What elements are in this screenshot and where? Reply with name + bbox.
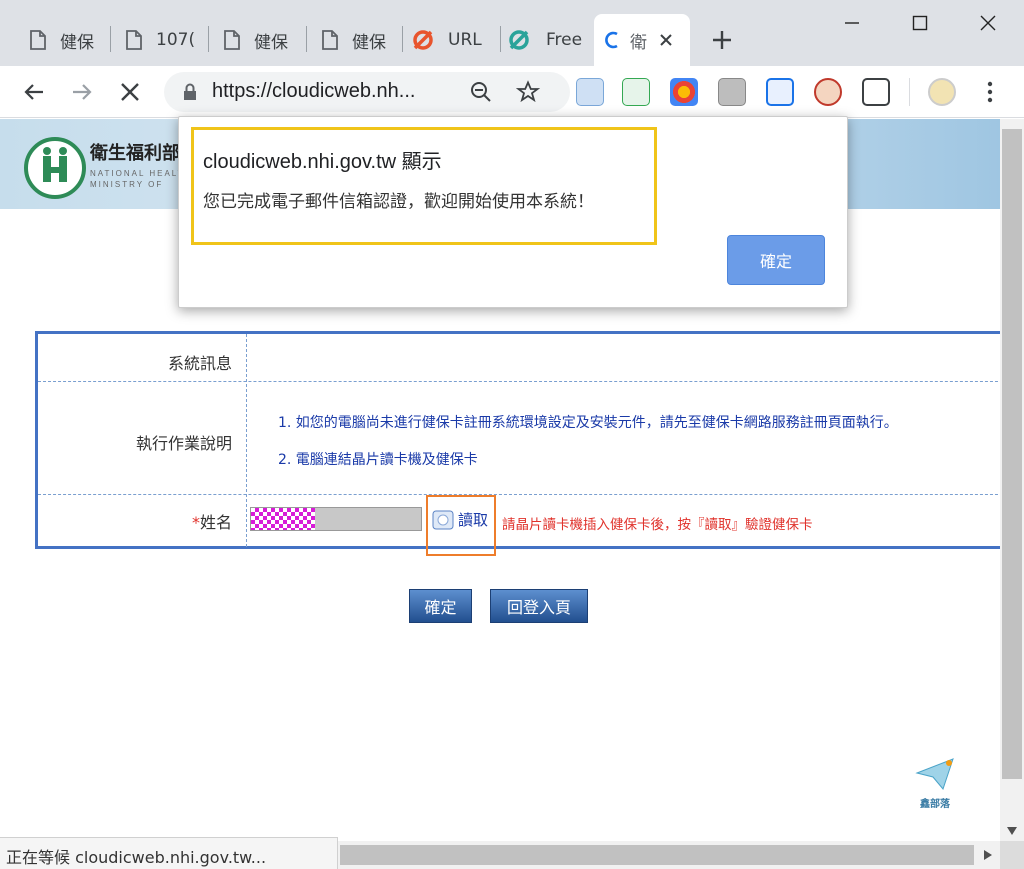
zoom-out-icon[interactable] <box>470 81 492 103</box>
close-icon <box>980 15 996 31</box>
url-shortener-icon <box>413 30 433 50</box>
name-label: 姓名 <box>199 513 232 532</box>
forward-arrow-icon <box>73 84 92 100</box>
instruction-2: 2. 電腦連結晶片讀卡機及健保卡 <box>278 452 478 468</box>
extension-share-icon[interactable] <box>766 78 794 106</box>
form-table: 系統訊息 執行作業說明 1. 如您的電腦尚未進行健保卡註冊系統環境設定及安裝元件… <box>35 331 1000 556</box>
close-tab-icon[interactable] <box>658 32 674 48</box>
tab-label: 健保 <box>352 32 386 53</box>
card-reader-icon <box>432 510 454 529</box>
maximize-icon <box>912 15 928 31</box>
tab-7-active[interactable]: 衛 <box>594 14 690 66</box>
site-name-en-1: NATIONAL HEALTH <box>90 169 193 178</box>
site-name: 衛生福利部 <box>90 143 180 164</box>
free-icon <box>509 30 529 50</box>
doc-icon <box>322 30 338 50</box>
read-button[interactable]: 讀取 <box>432 509 488 530</box>
tab-label: 健保 <box>254 32 288 53</box>
back-arrow-icon <box>24 84 43 100</box>
status-bar: 正在等候 cloudicweb.nhi.gov.tw... <box>0 837 338 869</box>
tab-6[interactable]: Free <box>504 14 590 66</box>
watermark: 鑫部落 <box>912 757 958 810</box>
horizontal-scroll-thumb[interactable] <box>340 845 974 865</box>
name-field[interactable] <box>250 507 422 531</box>
tab-3[interactable]: 健保 <box>216 14 300 66</box>
vertical-scrollbar[interactable] <box>1000 119 1024 841</box>
scroll-down-icon[interactable] <box>1007 827 1017 835</box>
extension-mail-check-icon[interactable] <box>622 78 650 106</box>
minimize-icon <box>845 22 859 24</box>
extension-colorful-icon[interactable] <box>670 78 698 106</box>
tab-label: URL <box>448 30 482 50</box>
system-message-label: 系統訊息 <box>167 354 232 373</box>
address-bar[interactable]: https://cloudicweb.nh... <box>164 72 570 112</box>
instructions-row: 執行作業說明 1. 如您的電腦尚未進行健保卡註冊系統環境設定及安裝元件，請先至健… <box>38 382 1000 495</box>
ministry-logo <box>24 137 86 199</box>
tab-5[interactable]: URL <box>408 14 496 66</box>
profile-avatar[interactable] <box>928 78 956 106</box>
doc-icon <box>30 30 46 50</box>
new-tab-icon[interactable] <box>710 28 734 52</box>
name-label-wrap: *姓名 <box>38 509 246 533</box>
tab-label: 健保 <box>60 32 94 53</box>
tab-4[interactable]: 健保 <box>314 14 398 66</box>
tab-strip: 健保 107( 健保 健保 URL Free 衛 <box>0 0 1024 66</box>
back-button[interactable] <box>16 74 52 110</box>
site-name-en-2: MINISTRY OF <box>90 180 164 189</box>
bookmark-star-icon[interactable] <box>516 80 540 104</box>
paper-plane-icon <box>915 758 954 791</box>
alert-dialog: cloudicweb.nhi.gov.tw 顯示 您已完成電子郵件信箱認證，歡迎… <box>178 116 848 308</box>
watermark-text: 鑫部落 <box>920 799 950 810</box>
back-to-login-button[interactable]: 回登入頁 <box>490 589 588 623</box>
tab-1[interactable]: 健保 <box>22 14 100 66</box>
doc-icon <box>126 30 142 50</box>
vertical-scroll-thumb[interactable] <box>1002 129 1022 779</box>
dialog-title: cloudicweb.nhi.gov.tw 顯示 <box>203 151 442 173</box>
required-mark: * <box>191 513 200 532</box>
name-row: *姓名 讀取 請晶片讀卡機插入健保卡後，按『讀取』驗證健保卡 <box>38 495 1000 556</box>
close-window-button[interactable] <box>968 8 1008 38</box>
minimize-button[interactable] <box>832 8 872 38</box>
dialog-ok-button[interactable]: 確定 <box>727 235 825 285</box>
lock-icon <box>184 83 196 100</box>
screen-capture-icon[interactable] <box>862 78 890 106</box>
confirm-button[interactable]: 確定 <box>409 589 472 623</box>
read-hint: 請晶片讀卡機插入健保卡後，按『讀取』驗證健保卡 <box>502 517 813 533</box>
url-text[interactable]: https://cloudicweb.nh... <box>212 80 448 103</box>
forward-button[interactable] <box>64 74 100 110</box>
read-button-label: 讀取 <box>458 511 489 529</box>
menu-dots-icon[interactable] <box>980 80 1000 104</box>
dialog-message: 您已完成電子郵件信箱認證，歡迎開始使用本系統！ <box>203 192 594 212</box>
tab-label: 107( <box>156 30 196 50</box>
stop-icon <box>121 83 139 101</box>
extension-clipboard-icon[interactable] <box>718 78 746 106</box>
masked-name-pattern <box>251 508 315 530</box>
extension-copy-icon[interactable] <box>576 78 604 106</box>
system-message-row: 系統訊息 <box>38 334 1000 382</box>
loading-spinner-icon <box>605 31 618 49</box>
browser-toolbar: https://cloudicweb.nh... <box>0 66 1024 118</box>
instruction-1: 1. 如您的電腦尚未進行健保卡註冊系統環境設定及安裝元件，請先至健保卡網路服務註… <box>278 415 898 431</box>
maximize-button[interactable] <box>900 8 940 38</box>
extension-face-icon[interactable] <box>814 78 842 106</box>
tab-2[interactable]: 107( <box>118 14 202 66</box>
stop-button[interactable] <box>112 74 148 110</box>
doc-icon <box>224 30 240 50</box>
scroll-right-icon[interactable] <box>984 850 992 860</box>
tab-label: 衛 <box>630 32 647 53</box>
instructions-label: 執行作業說明 <box>135 434 232 453</box>
tab-label: Free <box>546 30 583 50</box>
